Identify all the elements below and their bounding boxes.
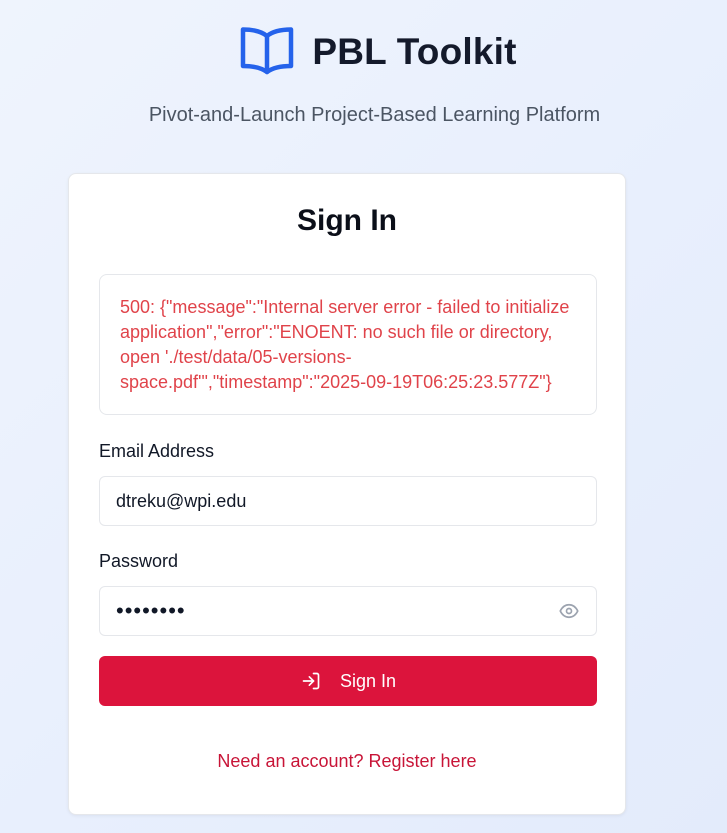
sign-in-button[interactable]: Sign In	[99, 656, 597, 706]
password-field[interactable]: ••••••••	[99, 586, 597, 636]
sign-in-card: Sign In 500: {"message":"Internal server…	[68, 173, 626, 815]
password-label: Password	[99, 551, 179, 571]
app-title: PBL Toolkit	[312, 31, 517, 72]
email-value[interactable]: dtreku@wpi.edu	[116, 491, 580, 512]
brand-header: PBL Toolkit	[0, 24, 727, 80]
email-label: Email Address	[99, 441, 215, 461]
error-message: 500: {"message":"Internal server error -…	[99, 274, 597, 415]
sign-in-button-label: Sign In	[339, 670, 397, 691]
sign-in-heading: Sign In	[297, 204, 397, 237]
password-value[interactable]: ••••••••	[116, 598, 558, 624]
log-in-icon	[300, 670, 322, 692]
email-field[interactable]: dtreku@wpi.edu	[99, 476, 597, 526]
app-subtitle: Pivot-and-Launch Project-Based Learning …	[148, 104, 601, 126]
register-link[interactable]: Need an account? Register here	[69, 751, 625, 772]
book-open-icon	[238, 25, 296, 79]
eye-icon[interactable]	[558, 600, 580, 622]
